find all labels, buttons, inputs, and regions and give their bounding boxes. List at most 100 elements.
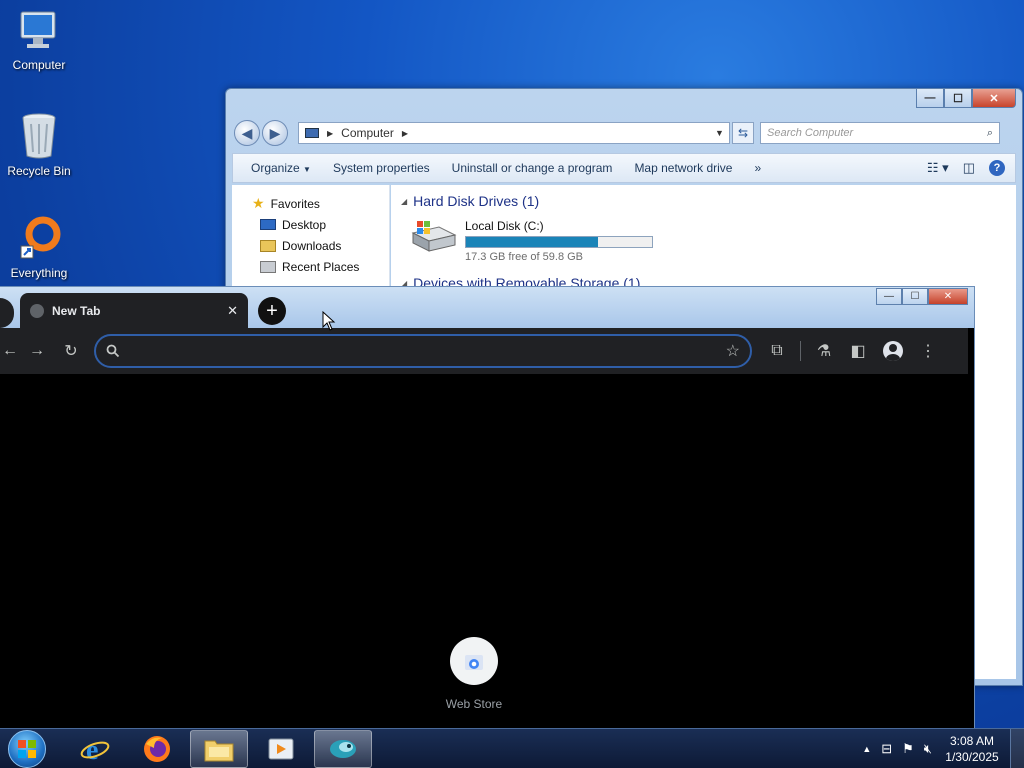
chevron-down-icon: ▼ <box>303 165 311 174</box>
collapse-triangle-icon: ◢ <box>401 196 408 206</box>
explorer-nav-row: ◀ ▶ ▶ Computer ▶ ▼ ⇆ Search Computer ⌕ <box>234 119 1016 147</box>
nav-item-downloads[interactable]: Downloads <box>232 235 389 256</box>
help-icon[interactable]: ? <box>989 160 1005 176</box>
previous-tab-edge[interactable] <box>0 298 14 328</box>
reload-icon[interactable]: ↻ <box>54 341 88 361</box>
chrome-title-bar: New Tab ✕ + — ☐ ✕ <box>0 287 974 328</box>
toolbar-right: ☷ ▾ ◫ ? <box>927 160 1015 176</box>
volume-muted-icon[interactable]: 🔇︎ <box>924 741 932 757</box>
desktop-icon-computer[interactable]: Computer <box>4 8 74 72</box>
tab-new-tab[interactable]: New Tab ✕ <box>20 293 248 328</box>
web-store-icon <box>450 637 498 685</box>
tab-strip: New Tab ✕ + <box>0 293 286 328</box>
internet-explorer-icon: e <box>80 735 110 764</box>
map-network-drive-button[interactable]: Map network drive <box>626 161 746 175</box>
labs-flask-icon[interactable]: ⚗ <box>807 341 841 361</box>
tab-favicon-icon <box>30 303 44 318</box>
bookmark-star-icon[interactable]: ☆ <box>726 341 740 361</box>
computer-small-icon <box>305 128 319 138</box>
close-button[interactable]: ✕ <box>928 288 968 305</box>
everything-icon <box>20 216 61 259</box>
taskbar-firefox[interactable] <box>128 730 186 768</box>
desktop-folder-icon <box>260 219 276 230</box>
media-player-icon <box>268 738 294 759</box>
refresh-icon: ⇆ <box>737 126 749 140</box>
desktop-icon-recycle-bin[interactable]: Recycle Bin <box>4 110 74 178</box>
taskbar-media-player[interactable] <box>252 730 310 768</box>
refresh-button[interactable]: ⇆ <box>732 122 754 144</box>
extensions-puzzle-icon[interactable]: ⧉ <box>760 342 794 360</box>
menu-kebab-icon[interactable]: ⋮ <box>911 341 945 361</box>
minimize-button[interactable]: — <box>916 89 944 108</box>
group-header-label: Hard Disk Drives (1) <box>413 193 540 209</box>
close-button[interactable]: ✕ <box>972 89 1016 108</box>
view-options-icon[interactable]: ☷ ▾ <box>927 160 949 176</box>
desktop-icon-everything[interactable]: Everything <box>4 214 74 280</box>
arrow-left-icon: ◀ <box>241 124 253 141</box>
nav-item-label: Recent Places <box>282 259 360 274</box>
nav-item-recent-places[interactable]: Recent Places <box>232 256 389 277</box>
address-bar[interactable]: ▶ Computer ▶ ▼ <box>298 122 730 144</box>
chrome-window: New Tab ✕ + — ☐ ✕ ← → ↻ ☆ ⧉ ⚗ ◧ ⋮ Web St… <box>0 286 975 729</box>
clock-date: 1/30/2025 <box>945 749 999 764</box>
forward-arrow-icon[interactable]: → <box>20 342 54 360</box>
maximize-button[interactable]: ☐ <box>902 288 928 305</box>
drive-name: Local Disk (C:) <box>465 219 544 233</box>
network-icon[interactable]: ⊟ <box>881 741 892 757</box>
back-button[interactable]: ◀ <box>234 120 260 146</box>
drive-usage-fill <box>466 237 599 247</box>
address-dropdown-icon[interactable]: ▼ <box>715 128 729 138</box>
maximize-button[interactable]: ☐ <box>944 89 972 108</box>
explorer-window-controls: — ☐ ✕ <box>916 89 1016 109</box>
preview-pane-icon[interactable]: ◫ <box>963 160 975 176</box>
taskbar: e ▲ ⊟ ⚑ 🔇︎ 3:08 AM 1/30/2025 <box>0 728 1024 768</box>
recycle-bin-icon <box>22 113 56 159</box>
search-placeholder: Search Computer <box>767 127 854 139</box>
drive-local-disk-c[interactable]: Local Disk (C:) 17.3 GB free of 59.8 GB <box>409 219 653 263</box>
clock[interactable]: 3:08 AM 1/30/2025 <box>942 733 1002 765</box>
system-tray: ▲ ⊟ ⚑ 🔇︎ 3:08 AM 1/30/2025 <box>862 733 1010 765</box>
app-bird-icon <box>330 739 356 758</box>
action-center-flag-icon[interactable]: ⚑ <box>902 741 914 757</box>
organize-label: Organize <box>251 161 300 175</box>
taskbar-file-explorer[interactable] <box>190 729 248 768</box>
nav-item-label: Favorites <box>270 196 320 211</box>
uninstall-program-button[interactable]: Uninstall or change a program <box>444 161 627 175</box>
organize-button[interactable]: Organize ▼ <box>243 161 325 175</box>
nav-item-favorites[interactable]: ★ Favorites <box>232 193 389 214</box>
show-hidden-icons-icon[interactable]: ▲ <box>862 744 871 754</box>
windows-logo-icon <box>18 739 36 758</box>
nav-item-desktop[interactable]: Desktop <box>232 214 389 235</box>
drive-details: Local Disk (C:) 17.3 GB free of 59.8 GB <box>465 219 653 263</box>
group-header-hard-disks[interactable]: ◢ Hard Disk Drives (1) <box>401 193 539 209</box>
tab-close-icon[interactable]: ✕ <box>227 303 238 319</box>
drive-free-space: 17.3 GB free of 59.8 GB <box>465 251 584 263</box>
side-panel-icon[interactable]: ◧ <box>841 341 875 361</box>
taskbar-chrome-app[interactable] <box>314 729 372 768</box>
system-properties-button[interactable]: System properties <box>325 161 444 175</box>
forward-button[interactable]: ▶ <box>262 120 288 146</box>
recent-places-icon <box>260 260 276 273</box>
hard-drive-icon <box>411 221 457 252</box>
new-tab-button[interactable]: + <box>258 297 286 325</box>
back-arrow-icon[interactable]: ← <box>0 342 20 360</box>
computer-icon <box>20 11 56 48</box>
svg-text:e: e <box>86 735 98 764</box>
star-icon: ★ <box>252 195 265 211</box>
breadcrumb-computer[interactable]: Computer <box>341 126 394 140</box>
more-options-button[interactable]: » <box>746 161 775 175</box>
minimize-button[interactable]: — <box>876 288 902 305</box>
clock-time: 3:08 AM <box>949 733 995 748</box>
start-button[interactable] <box>8 729 46 768</box>
omnibox[interactable]: ☆ <box>94 334 752 368</box>
taskbar-internet-explorer[interactable]: e <box>66 730 124 768</box>
show-desktop-button[interactable] <box>1010 728 1024 768</box>
omnibox-input[interactable] <box>128 343 718 359</box>
shortcut-web-store[interactable]: Web Store <box>430 637 518 711</box>
desktop-icon-label: Everything <box>10 266 68 280</box>
profile-avatar-icon[interactable] <box>883 341 903 361</box>
arrow-right-icon: ▶ <box>269 124 281 141</box>
folder-icon <box>204 740 234 761</box>
search-input[interactable]: Search Computer ⌕ <box>760 122 1000 144</box>
breadcrumb-separator-icon: ▶ <box>401 128 408 138</box>
